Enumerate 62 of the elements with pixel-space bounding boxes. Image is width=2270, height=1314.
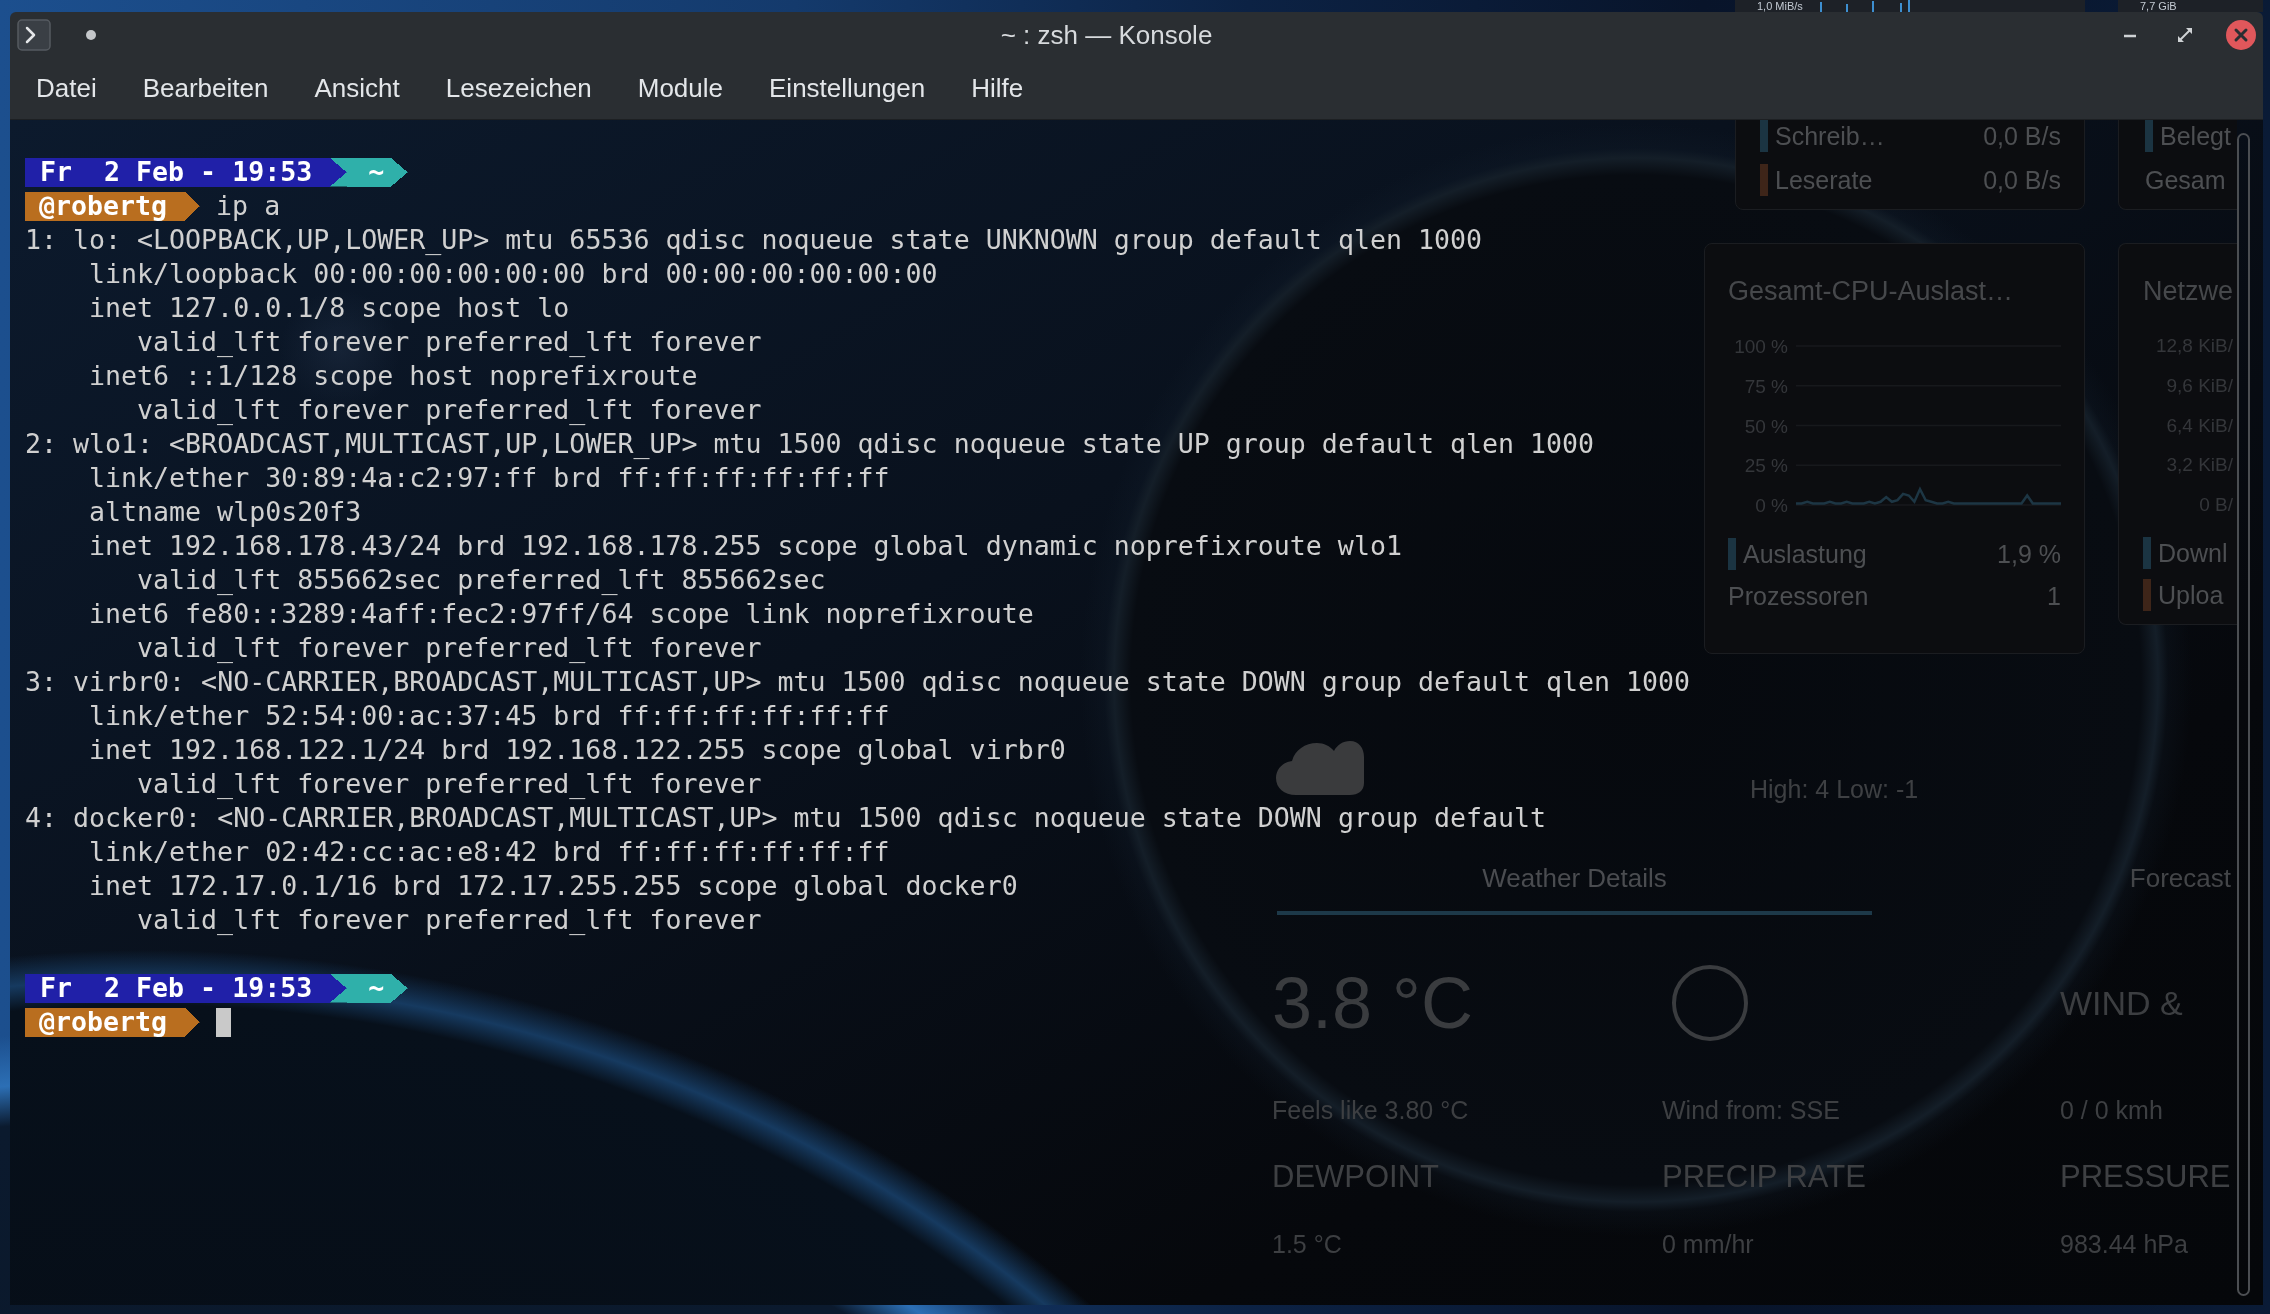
wind-speed-text: 0 / 0 kmh [2060,1095,2163,1125]
output-line: valid_lft 855662sec preferred_lft 855662sec [137,563,826,597]
detail-value: 0 mm/hr [1662,1229,1754,1259]
output-line: inet 127.0.0.1/8 scope host lo [89,291,570,325]
widget-label: Gesam [2145,165,2226,195]
prompt-user: @robertg [25,191,201,221]
widget-value: 0,0 B/s [1983,121,2061,151]
widget-value: 1 [2047,581,2061,611]
command-text: ip a [216,189,281,223]
close-icon[interactable] [2226,20,2256,50]
widget-label: Prozessoren [1728,581,1869,611]
prompt-user: @robertg [25,1007,201,1037]
window-title: ~ : zsh — Konsole [1000,19,1213,51]
output-line: link/ether 02:42:cc:ac:e8:42 brd ff:ff:ff:ff:ff:ff [89,835,890,869]
widget-label: Auslastung [1743,539,1867,569]
menu-item[interactable]: Ansicht [291,65,423,112]
output-line: valid_lft forever preferred_lft forever [137,631,762,665]
widget-value: 1,9 % [1997,539,2061,569]
output-line: 1: lo: <LOOPBACK,UP,LOWER_UP> mtu 65536 qdisc noqueue state UNKNOWN group default qlen 1000 [25,223,1482,257]
output-line: valid_lft forever preferred_lft forever [137,903,762,937]
output-line: valid_lft forever preferred_lft forever [137,393,762,427]
prompt-date: Fr 2 Feb - 19:53 [25,973,348,1003]
widget-title: Gesamt-CPU-Auslast… [1728,276,2014,306]
prompt-directory: ~ [347,973,409,1003]
output-line: inet 192.168.178.43/24 brd 192.168.178.255 scope global dynamic noprefixroute wlo1 [89,529,1402,563]
output-line: valid_lft forever preferred_lft forever [137,325,762,359]
widget-value: 1,0 MiB/s [1757,0,1803,12]
widget-title: Netzwe [2143,276,2234,306]
output-line: 2: wlo1: <BROADCAST,MULTICAST,UP,LOWER_UP> mtu 1500 qdisc noqueue state UP group default qlen 1000 [25,427,1595,461]
output-line: link/loopback 00:00:00:00:00:00 brd 00:00:00:00:00:00 [89,257,938,291]
menu-item[interactable]: Hilfe [948,65,1047,112]
output-line: altname wlp0s20f3 [89,495,362,529]
widget-label: Belegt [2160,121,2231,151]
menu-item[interactable]: Lesezeichen [422,65,615,112]
menu-item[interactable]: Module [614,65,746,112]
output-line: 3: virbr0: <NO-CARRIER,BROADCAST,MULTICAST,UP> mtu 1500 qdisc noqueue state DOWN group default qlen 1000 [25,665,1691,699]
prompt-date: Fr 2 Feb - 19:53 [25,157,348,187]
widget-label: Schreib… [1775,121,1885,151]
ring-icon [1671,964,1749,1042]
menu-item[interactable]: Datei [13,65,120,112]
detail-label: PRESSURE [2060,1159,2231,1195]
output-line: inet6 fe80::3289:4aff:fec2:97ff/64 scope link noprefixroute [89,597,1034,631]
widget-value: 0,0 B/s [1983,165,2061,195]
output-line: link/ether 52:54:00:ac:37:45 brd ff:ff:ff:ff:ff:ff [89,699,890,733]
scrollbar[interactable] [2237,133,2250,1296]
menu-item[interactable]: Bearbeiten [119,65,292,112]
detail-label: DEWPOINT [1272,1159,1440,1195]
output-line: 4: docker0: <NO-CARRIER,BROADCAST,MULTICAST,UP> mtu 1500 qdisc noqueue state DOWN group default [25,801,1547,835]
widget-label: Downl [2158,538,2228,568]
output-line: link/ether 30:89:4a:c2:97:ff brd ff:ff:ff:ff:ff:ff [89,461,890,495]
widget-label: Leserate [1775,165,1873,195]
output-line: valid_lft forever preferred_lft forever [137,767,762,801]
prompt-directory: ~ [347,157,409,187]
widget-label: Uploa [2158,580,2224,610]
terminal-icon[interactable] [17,19,51,51]
output-line: inet6 ::1/128 scope host noprefixroute [89,359,698,393]
detail-value: 983.44 hPa [2060,1229,2188,1259]
menu-item[interactable]: Einstellungen [746,65,949,112]
output-line: inet 172.17.0.1/16 brd 172.17.255.255 scope global docker0 [89,869,1018,903]
dot-icon[interactable] [85,29,97,41]
output-line: inet 192.168.122.1/24 brd 192.168.122.255 scope global virbr0 [89,733,1066,767]
widget-value: 7,7 GiB [2140,0,2177,12]
